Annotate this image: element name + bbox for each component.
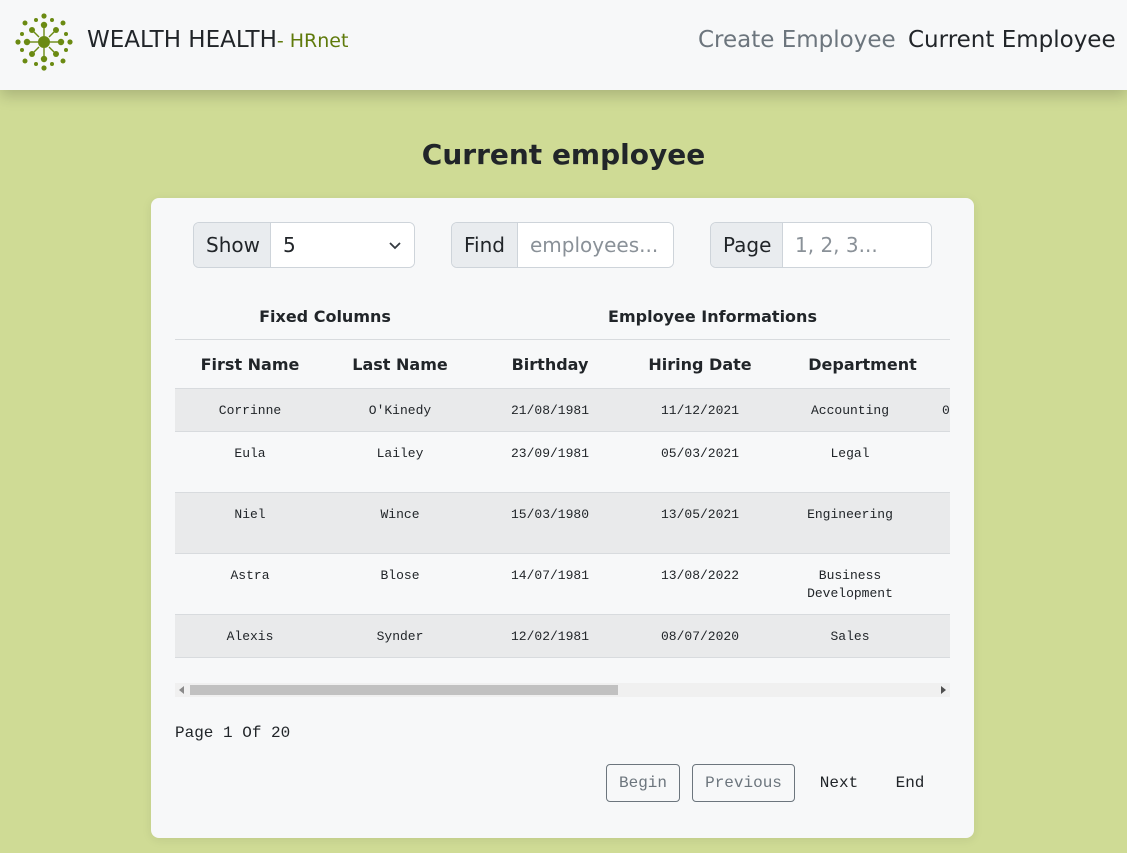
column-header-birthday[interactable]: Birthday [475, 340, 625, 389]
chevron-down-icon [389, 242, 401, 250]
logo-icon[interactable] [14, 12, 74, 72]
employee-table[interactable]: Fixed Columns Employee Informations Firs… [175, 294, 950, 660]
nav-create-employee[interactable]: Create Employee [698, 27, 896, 53]
scrollbar-thumb[interactable] [190, 685, 618, 695]
cell-first-name: Alexis [226, 629, 274, 644]
cell-last-name: Wince [380, 507, 420, 522]
group-header-info: Employee Informations [475, 294, 950, 340]
find-group: Find [451, 222, 674, 268]
cell-hiring-date: 08/07/2020 [660, 629, 739, 644]
table-row[interactable]: Eula Lailey 23/09/1981 05/03/2021 Legal [175, 432, 950, 493]
column-header-hiring-date[interactable]: Hiring Date [625, 340, 775, 389]
table-row[interactable]: Niel Wince 15/03/1980 13/05/2021 Enginee… [175, 493, 950, 554]
brand-subtitle: - HRnet [276, 30, 349, 52]
cell-first-name: Niel [234, 507, 266, 522]
table-row[interactable]: Corrinne O'Kinedy 21/08/1981 11/12/2021 … [175, 389, 950, 432]
cell-last-name: Lailey [376, 446, 424, 461]
cell-department: Accounting [810, 403, 889, 418]
cell-department: Sales [830, 629, 870, 644]
cell-first-name: Corrinne [218, 403, 282, 418]
cell-birthday: 14/07/1981 [510, 568, 589, 583]
cell-hiring-date: 13/05/2021 [660, 507, 739, 522]
find-label: Find [452, 223, 518, 267]
page-jump-group: Page [710, 222, 932, 268]
show-entries-value: 5 [283, 233, 296, 257]
page-info: Page 1 Of 20 [175, 724, 291, 742]
end-button[interactable]: End [885, 764, 935, 802]
nav-current-employee[interactable]: Current Employee [908, 27, 1116, 53]
page-label: Page [711, 223, 783, 267]
column-header-department[interactable]: Department [775, 340, 950, 389]
show-entries-group: Show 5 [193, 222, 415, 268]
previous-button[interactable]: Previous [692, 764, 795, 802]
begin-button[interactable]: Begin [606, 764, 680, 802]
cell-birthday: 21/08/1981 [510, 403, 589, 418]
cell-department: Legal [830, 446, 870, 461]
column-header-last-name[interactable]: Last Name [325, 340, 475, 389]
next-button[interactable]: Next [809, 764, 869, 802]
show-label: Show [194, 223, 271, 267]
cell-last-name: O'Kinedy [368, 403, 432, 418]
scroll-left-arrow-icon[interactable] [179, 686, 184, 694]
cell-overflow: 0 [942, 403, 950, 418]
cell-department: Business Development [807, 568, 893, 601]
cell-first-name: Astra [230, 568, 270, 583]
cell-hiring-date: 05/03/2021 [660, 446, 739, 461]
scroll-right-arrow-icon[interactable] [941, 686, 946, 694]
table-row[interactable]: Alexis Synder 12/02/1981 08/07/2020 Sale… [175, 615, 950, 658]
cell-birthday: 23/09/1981 [510, 446, 589, 461]
cell-birthday: 15/03/1980 [510, 507, 589, 522]
page-input[interactable] [783, 223, 931, 267]
employee-table-card: Show 5 Find Page Fixed Columns Employee … [151, 198, 974, 838]
column-header-first-name[interactable]: First Name [175, 340, 325, 389]
cell-birthday: 12/02/1981 [510, 629, 589, 644]
brand-title: WEALTH HEALTH [87, 27, 277, 53]
cell-last-name: Blose [380, 568, 420, 583]
cell-first-name: Eula [234, 446, 266, 461]
cell-hiring-date: 13/08/2022 [660, 568, 739, 583]
horizontal-scrollbar[interactable] [175, 683, 950, 697]
page-title: Current employee [421, 138, 706, 171]
cell-last-name: Synder [376, 629, 424, 644]
navbar: WEALTH HEALTH- HRnet Create Employee Cur… [0, 0, 1127, 90]
group-header-fixed: Fixed Columns [175, 294, 475, 340]
find-input[interactable] [518, 223, 673, 267]
brand-name[interactable]: WEALTH HEALTH- HRnet [87, 27, 348, 53]
cell-department: Engineering [807, 507, 893, 522]
cell-hiring-date: 11/12/2021 [660, 403, 739, 418]
show-entries-select[interactable]: 5 [271, 223, 414, 267]
table-row[interactable]: Astra Blose 14/07/1981 13/08/2022 Busine… [175, 554, 950, 615]
